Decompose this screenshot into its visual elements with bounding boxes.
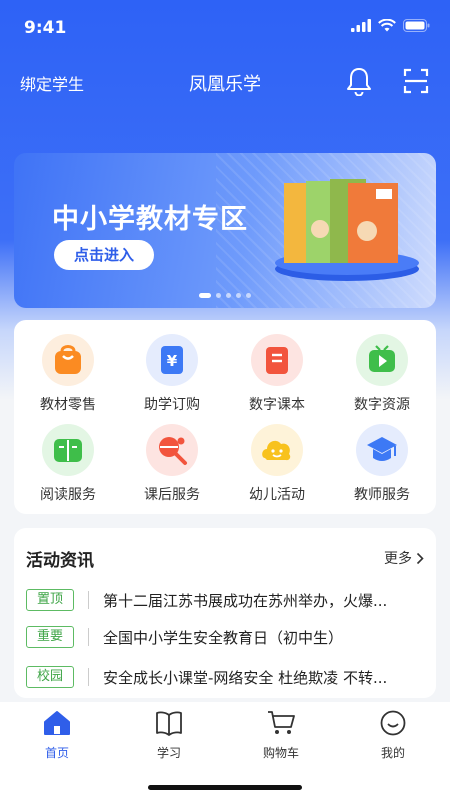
book-outline-icon xyxy=(156,711,182,736)
bell-icon[interactable] xyxy=(345,66,373,96)
menu-item-study-order[interactable]: ¥ 助学订购 xyxy=(120,322,224,413)
pagination-dot-active xyxy=(199,293,211,298)
tab-label: 首页 xyxy=(44,746,69,760)
menu-item-digital-resources[interactable]: 数字资源 xyxy=(330,322,434,413)
news-tag: 校园 xyxy=(26,666,74,688)
wifi-icon xyxy=(378,19,396,32)
bag-icon xyxy=(42,334,94,386)
news-item[interactable]: 校园 安全成长小课堂-网络安全 杜绝欺凌 不转... xyxy=(26,665,428,689)
cart-icon xyxy=(268,711,295,734)
smile-icon xyxy=(380,710,406,736)
menu-item-label: 幼儿活动 xyxy=(249,487,305,503)
banner-enter-button[interactable]: 点击进入 xyxy=(54,240,154,270)
book-icon xyxy=(251,334,303,386)
divider xyxy=(88,668,89,686)
chevron-right-icon xyxy=(416,552,424,564)
menu-item-label: 阅读服务 xyxy=(40,487,96,503)
status-bar: 9:41 xyxy=(0,0,450,50)
menu-item-label: 数字资源 xyxy=(354,397,410,413)
menu-item-reading-service[interactable]: 阅读服务 xyxy=(16,412,120,503)
news-section: 活动资讯 更多 置顶 第十二届江苏书展成功在苏州举办，火爆... 重要 全国中小… xyxy=(14,528,436,698)
status-icons xyxy=(351,19,430,32)
news-item[interactable]: 置顶 第十二届江苏书展成功在苏州举办，火爆... xyxy=(26,588,428,612)
pagination-dot xyxy=(246,293,251,298)
svg-text:¥: ¥ xyxy=(167,352,178,370)
menu-item-label: 教师服务 xyxy=(354,487,410,503)
news-tag: 重要 xyxy=(26,626,74,648)
divider xyxy=(88,628,89,646)
menu-item-label: 教材零售 xyxy=(40,397,96,413)
menu-item-textbook-retail[interactable]: 教材零售 xyxy=(16,322,120,413)
pagination-dot xyxy=(216,293,221,298)
service-menu: 教材零售 ¥ 助学订购 数字课本 数字资源 阅读服务 课后服务 幼儿活动 教师服… xyxy=(14,320,436,514)
pagination-dot xyxy=(236,293,241,298)
banner-title: 中小学教材专区 xyxy=(52,204,248,235)
video-icon xyxy=(356,334,408,386)
battery-icon xyxy=(403,19,430,32)
news-text: 全国中小学生安全教育日（初中生） xyxy=(103,628,344,647)
news-tag: 置顶 xyxy=(26,589,74,611)
divider xyxy=(88,591,89,609)
news-more-link[interactable]: 更多 xyxy=(384,548,424,568)
tab-home[interactable]: 首页 xyxy=(22,710,92,761)
news-item[interactable]: 重要 全国中小学生安全教育日（初中生） xyxy=(26,625,428,649)
news-text: 安全成长小课堂-网络安全 杜绝欺凌 不转... xyxy=(103,668,388,687)
tab-label: 学习 xyxy=(156,746,181,760)
promo-banner[interactable]: 中小学教材专区 点击进入 xyxy=(14,153,436,308)
yuan-card-icon: ¥ xyxy=(146,334,198,386)
news-more-label: 更多 xyxy=(384,551,412,567)
news-text: 第十二届江苏书展成功在苏州举办，火爆... xyxy=(103,591,388,610)
open-book-icon xyxy=(42,424,94,476)
menu-item-after-school[interactable]: 课后服务 xyxy=(120,412,224,503)
menu-item-digital-textbook[interactable]: 数字课本 xyxy=(225,322,329,413)
tab-me[interactable]: 我的 xyxy=(358,710,428,761)
tab-label: 我的 xyxy=(380,746,405,760)
page-title: 凤凰乐学 xyxy=(189,74,261,95)
banner-pagination xyxy=(14,293,436,298)
tab-study[interactable]: 学习 xyxy=(134,710,204,761)
tab-label: 购物车 xyxy=(262,746,299,760)
home-indicator xyxy=(148,785,302,790)
menu-item-label: 助学订购 xyxy=(144,397,200,413)
signal-icon xyxy=(351,19,371,32)
scan-icon[interactable] xyxy=(402,66,430,96)
nav-bar: 绑定学生 凤凰乐学 xyxy=(0,58,450,104)
menu-item-teacher-service[interactable]: 教师服务 xyxy=(330,412,434,503)
ping-pong-icon xyxy=(146,424,198,476)
tab-cart[interactable]: 购物车 xyxy=(246,710,316,761)
status-time: 9:41 xyxy=(24,18,67,38)
menu-item-label: 数字课本 xyxy=(249,397,305,413)
menu-item-kids-activity[interactable]: 幼儿活动 xyxy=(225,412,329,503)
pagination-dot xyxy=(226,293,231,298)
textbooks-illustration xyxy=(275,179,419,281)
graduation-cap-icon xyxy=(356,424,408,476)
smile-cloud-icon xyxy=(251,424,303,476)
news-title: 活动资讯 xyxy=(26,551,94,571)
menu-item-label: 课后服务 xyxy=(144,487,200,503)
home-icon xyxy=(44,711,70,735)
